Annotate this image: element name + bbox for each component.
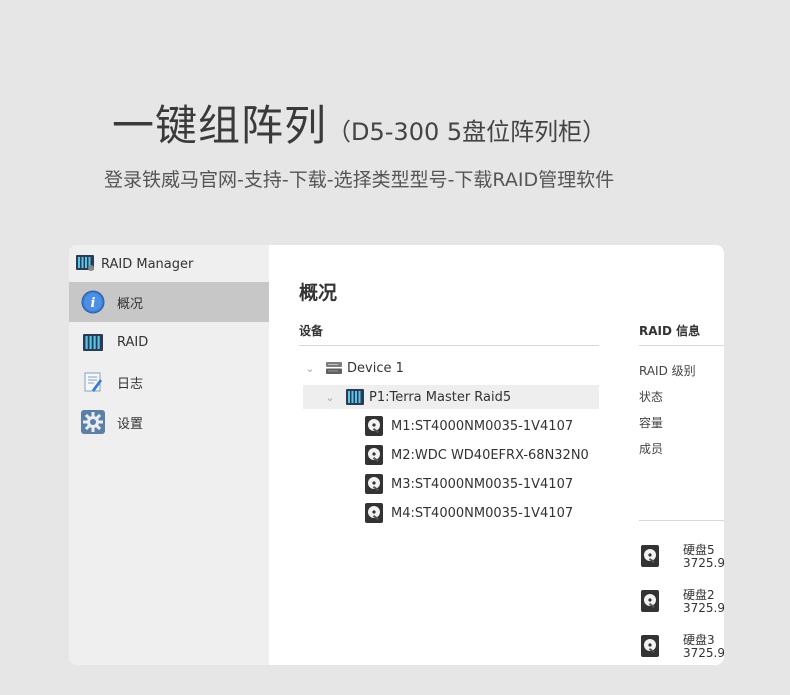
- hard-disk-icon: [365, 416, 383, 436]
- member-size: 3725.96: [683, 556, 724, 570]
- capacity-label: 容量: [639, 416, 664, 430]
- hard-disk-icon: [641, 635, 659, 661]
- member-item[interactable]: 硬盘5 3725.96: [639, 541, 724, 575]
- tree-disk-row[interactable]: M3:ST4000NM0035-1V4107: [365, 472, 573, 496]
- hard-disk-icon: [641, 545, 659, 571]
- hard-disk-icon: [365, 474, 383, 494]
- hard-disk-icon: [365, 503, 383, 523]
- member-size: 3725.96: [683, 646, 724, 660]
- tree-disk-row[interactable]: M4:ST4000NM0035-1V4107: [365, 501, 573, 525]
- raid-level-label: RAID 级别: [639, 364, 696, 378]
- app-title: RAID Manager: [75, 253, 193, 275]
- member-item[interactable]: 硬盘3 3725.96: [639, 631, 724, 665]
- member-size: 3725.96: [683, 601, 724, 615]
- tree-device-row[interactable]: ⌄ Device 1: [303, 356, 599, 380]
- sidebar-nav: i 概况 RAID 日志 设置: [69, 282, 269, 442]
- raid-name: P1:Terra Master Raid5: [369, 389, 512, 405]
- sidebar-item-label: 日志: [117, 376, 144, 392]
- raid-info-section-label: RAID 信息: [639, 324, 701, 338]
- disk-name: M3:ST4000NM0035-1V4107: [391, 476, 574, 492]
- status-label: 状态: [639, 390, 664, 404]
- sidebar-item-overview[interactable]: i 概况: [69, 282, 269, 322]
- chevron-down-icon[interactable]: ⌄: [303, 362, 317, 375]
- tree-raid-row[interactable]: ⌄ P1:Terra Master Raid5: [303, 385, 599, 409]
- raid-app-icon: [75, 253, 95, 275]
- chevron-down-icon[interactable]: ⌄: [323, 391, 337, 404]
- sidebar-item-label: 概况: [117, 296, 144, 312]
- sidebar-item-log[interactable]: 日志: [69, 362, 269, 402]
- member-item[interactable]: 硬盘2 3725.96: [639, 586, 724, 620]
- raid-manager-window: RAID Manager i 概况 RAID 日志 设置 概况 设备 RAID …: [69, 245, 724, 665]
- devices-divider: [299, 345, 599, 346]
- raid-icon: [345, 388, 365, 406]
- disk-name: M1:ST4000NM0035-1V4107: [391, 418, 574, 434]
- gear-icon: [81, 410, 105, 434]
- tree-disk-row[interactable]: M2:WDC WD40EFRX-68N32N0: [365, 443, 589, 467]
- raid-icon: [81, 330, 105, 354]
- sidebar-item-settings[interactable]: 设置: [69, 402, 269, 442]
- svg-text:i: i: [91, 296, 96, 311]
- hero-description: 登录铁威马官网-支持-下载-选择类型型号-下载RAID管理软件: [104, 169, 615, 191]
- sidebar-item-label: RAID: [117, 334, 149, 350]
- tree-disk-row[interactable]: M1:ST4000NM0035-1V4107: [365, 414, 573, 438]
- log-icon: [81, 370, 105, 394]
- disk-name: M2:WDC WD40EFRX-68N32N0: [391, 447, 589, 463]
- disk-name: M4:ST4000NM0035-1V4107: [391, 505, 574, 521]
- page-title: 概况: [299, 282, 338, 304]
- devices-section-label: 设备: [299, 324, 324, 338]
- raid-info-divider: [639, 345, 724, 346]
- members-label: 成员: [639, 442, 664, 456]
- hard-disk-icon: [365, 445, 383, 465]
- hero-title-sub: （D5-300 5盘位阵列柜）: [327, 118, 607, 146]
- sidebar-item-raid[interactable]: RAID: [69, 322, 269, 362]
- sidebar-item-label: 设置: [117, 416, 144, 432]
- sidebar: RAID Manager i 概况 RAID 日志 设置: [69, 245, 269, 665]
- members-divider: [639, 520, 724, 521]
- info-icon: i: [81, 290, 105, 314]
- hero-title: 一键组阵列（D5-300 5盘位阵列柜）: [112, 92, 606, 153]
- device-name: Device 1: [347, 360, 404, 376]
- device-icon: [325, 361, 343, 375]
- main-panel: 概况 设备 RAID 信息 ⌄ Device 1 ⌄ P1:Terra Mast…: [269, 245, 724, 665]
- hard-disk-icon: [641, 590, 659, 616]
- hero-title-main: 一键组阵列: [112, 101, 328, 150]
- app-title-text: RAID Manager: [101, 256, 194, 272]
